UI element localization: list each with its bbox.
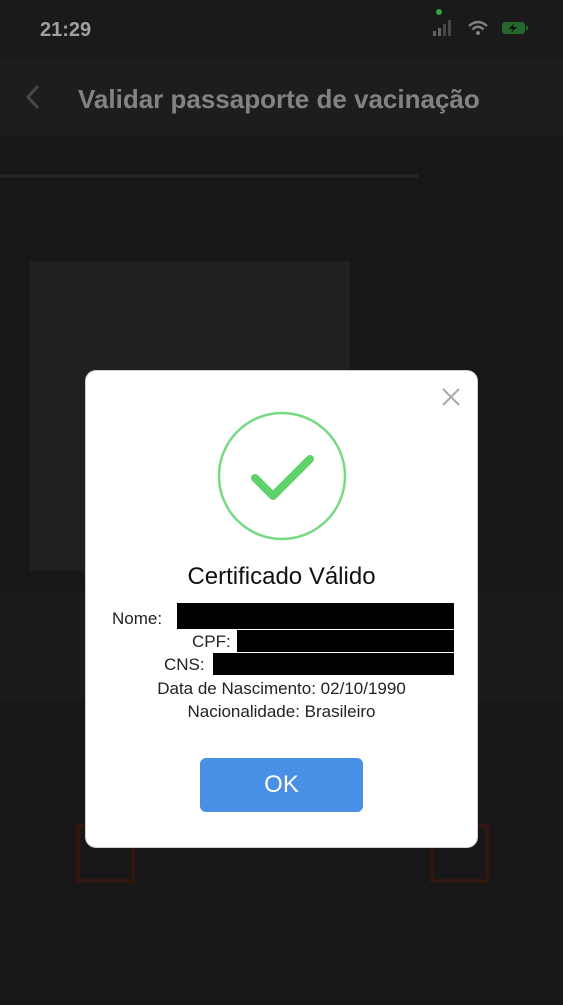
birth-date: Data de Nascimento: 02/10/1990	[157, 679, 406, 698]
nationality: Nacionalidade: Brasileiro	[187, 702, 376, 721]
close-button[interactable]	[439, 385, 463, 409]
close-icon	[442, 388, 460, 406]
dialog-title: Certificado Válido	[187, 563, 376, 590]
validation-dialog: Certificado Válido Nome: CPF: CNS: Data …	[86, 371, 477, 847]
redacted-cpf	[237, 630, 454, 652]
cns-label: CNS:	[164, 655, 205, 674]
name-label: Nome:	[112, 609, 163, 628]
ok-button[interactable]: OK	[200, 758, 363, 812]
success-check-icon	[217, 411, 347, 541]
redacted-cns	[213, 653, 454, 675]
redacted-name	[177, 603, 454, 629]
cpf-label: CPF:	[192, 632, 231, 651]
